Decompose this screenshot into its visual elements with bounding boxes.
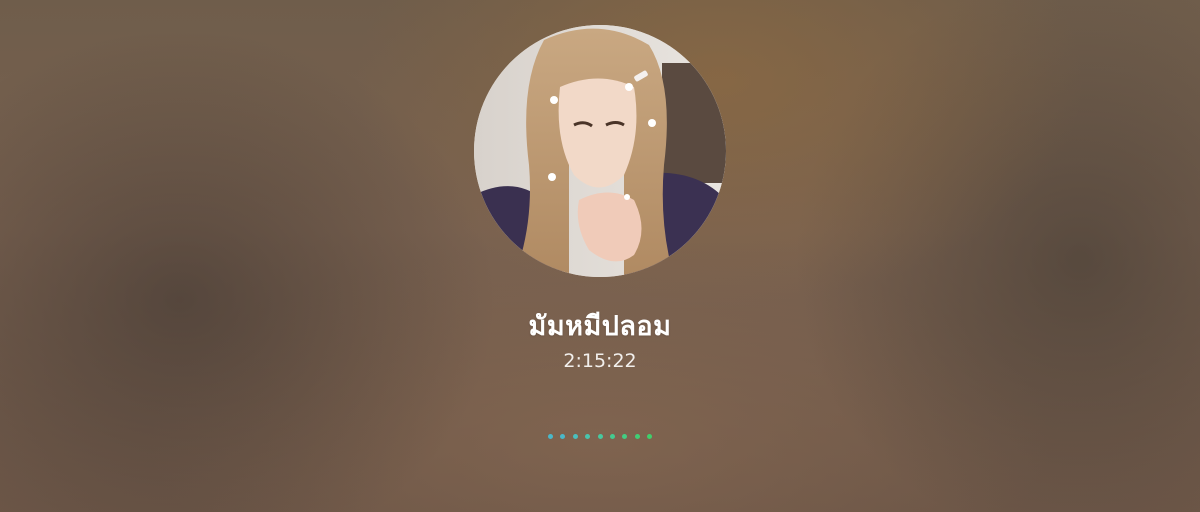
indicator-dot [597,433,603,439]
indicator-dot [634,433,640,439]
connection-indicator [548,432,652,440]
caller-name: มัมหมีปลอม [528,311,672,342]
indicator-dot [609,433,615,439]
indicator-dot [560,433,566,439]
avatar-photo [474,25,726,277]
indicator-dot [572,433,578,439]
indicator-dot [647,433,652,439]
indicator-dot [585,433,591,439]
call-screen: มัมหมีปลอม 2:15:22 [0,0,1200,512]
indicator-dot [622,433,628,439]
call-duration: 2:15:22 [563,350,637,372]
caller-avatar [474,25,726,277]
indicator-dot [548,433,553,439]
